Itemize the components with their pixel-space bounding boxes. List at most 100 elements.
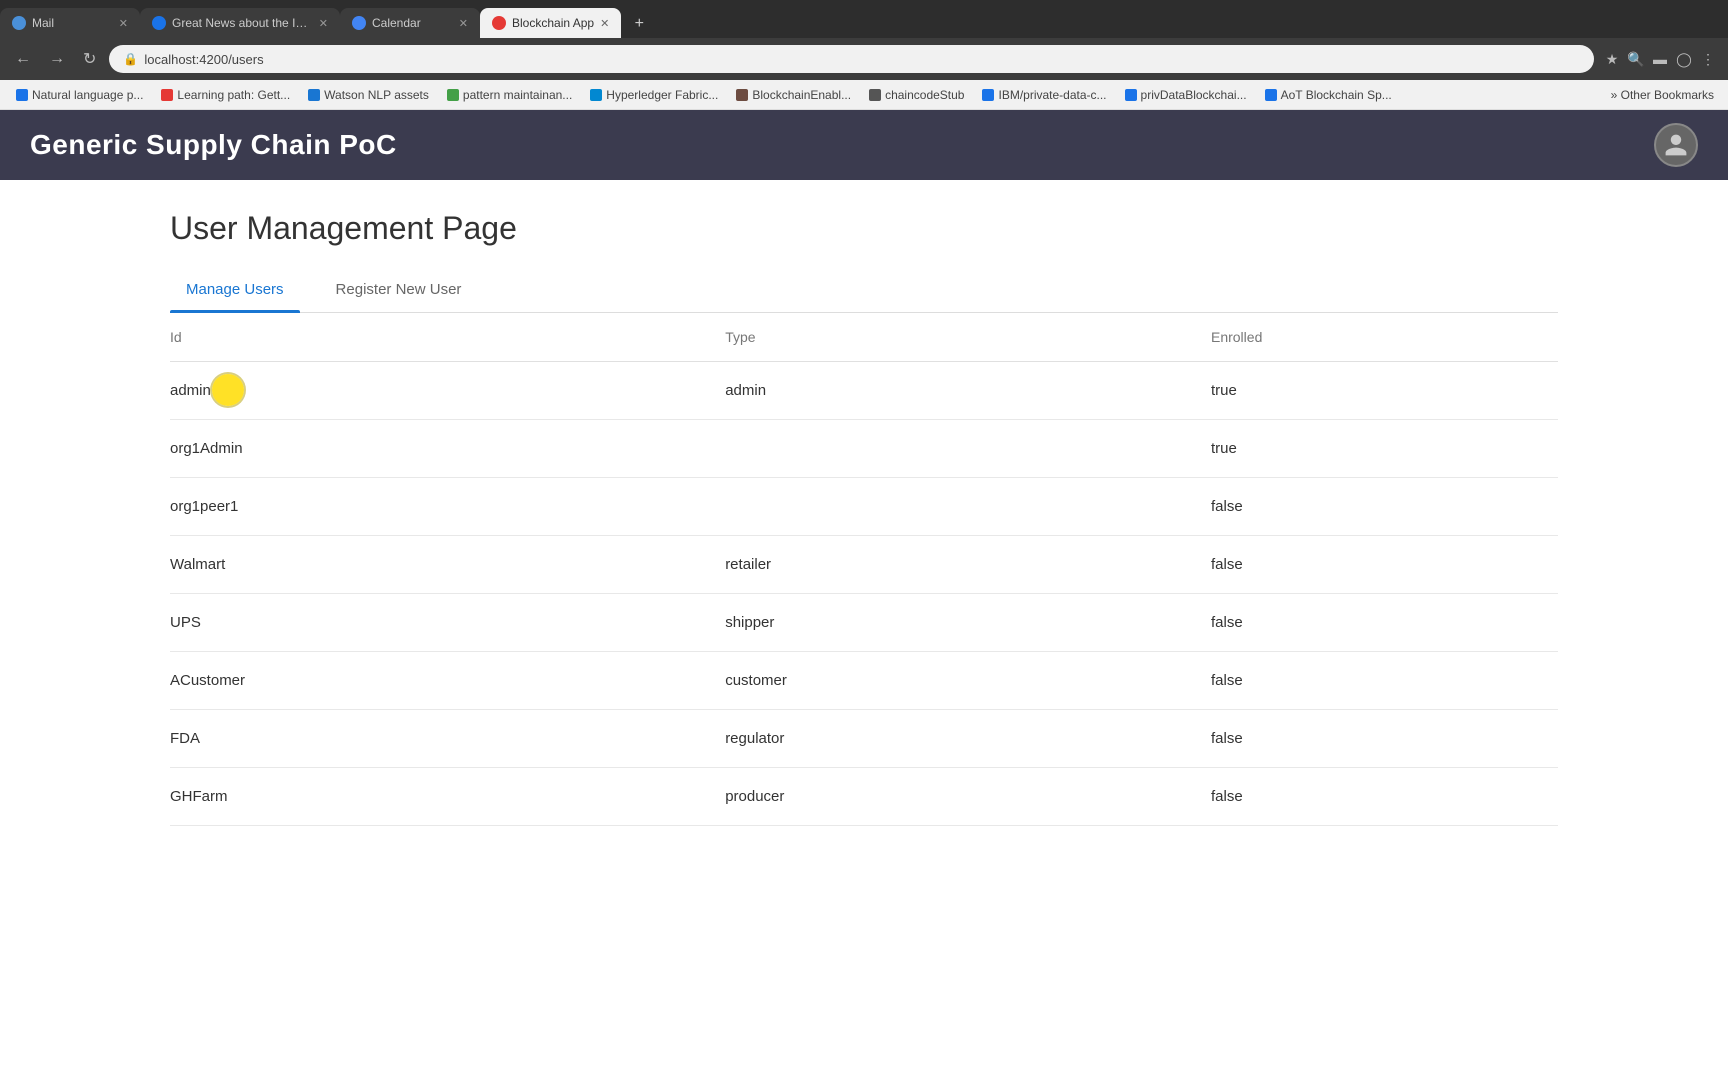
table-header-row: Id Type Enrolled (170, 313, 1558, 362)
tab-label-calendar: Calendar (372, 16, 453, 30)
page-title: User Management Page (170, 210, 1558, 247)
reload-button[interactable]: ↻ (78, 47, 101, 71)
lock-icon: 🔒 (123, 52, 138, 66)
cell-id: ACustomer (170, 652, 725, 710)
bookmark-learning-label: Learning path: Gett... (177, 88, 290, 102)
bookmark-aot[interactable]: AoT Blockchain Sp... (1257, 86, 1400, 104)
table-row: ACustomercustomerfalse (170, 652, 1558, 710)
new-tab-button[interactable]: + (625, 10, 653, 38)
bookmark-nlp[interactable]: Natural language p... (8, 86, 151, 104)
tab-label-ibm: Great News about the IBM Publ... (172, 16, 313, 30)
cell-type: retailer (725, 536, 1211, 594)
cell-id: org1Admin (170, 420, 725, 478)
tab-manage-users[interactable]: Manage Users (170, 271, 300, 312)
bookmark-hyperledger-icon (590, 89, 602, 101)
page-content: User Management Page Manage Users Regist… (0, 180, 1728, 856)
tab-favicon-ibm (152, 16, 166, 30)
tab-calendar[interactable]: Calendar ✕ (340, 8, 480, 38)
tab-label-mail: Mail (32, 16, 113, 30)
address-bar-row: ← → ↻ 🔒 localhost:4200/users ★ 🔍 ▬ ◯ ⋮ (0, 38, 1728, 80)
cell-type: customer (725, 652, 1211, 710)
cell-enrolled: false (1211, 536, 1558, 594)
table-row: GHFarmproducerfalse (170, 768, 1558, 826)
cell-type: admin (725, 362, 1211, 420)
user-avatar[interactable] (1654, 123, 1698, 167)
cell-enrolled: false (1211, 652, 1558, 710)
table-row: UPSshipperfalse (170, 594, 1558, 652)
bookmark-pattern-label: pattern maintainan... (463, 88, 572, 102)
tab-close-ibm[interactable]: ✕ (319, 17, 328, 30)
bookmark-watson-icon (308, 89, 320, 101)
tab-close-mail[interactable]: ✕ (119, 17, 128, 30)
bookmark-priv-data-icon (1125, 89, 1137, 101)
tab-mail[interactable]: Mail ✕ (0, 8, 140, 38)
bookmark-hyperledger[interactable]: Hyperledger Fabric... (582, 86, 726, 104)
other-bookmarks[interactable]: » Other Bookmarks (1605, 86, 1720, 104)
cell-type (725, 420, 1211, 478)
tab-bar: Mail ✕ Great News about the IBM Publ... … (0, 0, 1728, 38)
address-bar[interactable]: 🔒 localhost:4200/users (109, 45, 1594, 73)
bookmark-watson-label: Watson NLP assets (324, 88, 429, 102)
cell-enrolled: false (1211, 710, 1558, 768)
column-header-enrolled: Enrolled (1211, 313, 1558, 362)
bookmark-watson[interactable]: Watson NLP assets (300, 86, 437, 104)
bookmark-priv-data[interactable]: privDataBlockchai... (1117, 86, 1255, 104)
tab-close-blockchain[interactable]: ✕ (600, 17, 609, 30)
tab-label-blockchain: Blockchain App (512, 16, 594, 30)
cell-id: Walmart (170, 536, 725, 594)
users-table: Id Type Enrolled adminadmintrueorg1Admin… (170, 313, 1558, 826)
address-text: localhost:4200/users (144, 52, 263, 67)
tab-register-user[interactable]: Register New User (320, 271, 478, 312)
back-button[interactable]: ← (10, 48, 36, 70)
bookmark-ibm-private-icon (982, 89, 994, 101)
bookmark-learning[interactable]: Learning path: Gett... (153, 86, 298, 104)
table-row: Walmartretailerfalse (170, 536, 1558, 594)
bookmark-aot-icon (1265, 89, 1277, 101)
bookmark-ibm-private[interactable]: IBM/private-data-c... (974, 86, 1114, 104)
extensions-icon[interactable]: ▬ (1650, 49, 1670, 69)
table-row: adminadmintrue (170, 362, 1558, 420)
bookmark-chaincode[interactable]: chaincodeStub (861, 86, 972, 104)
tab-close-calendar[interactable]: ✕ (459, 17, 468, 30)
cell-type: producer (725, 768, 1211, 826)
cell-type: shipper (725, 594, 1211, 652)
table-row: FDAregulatorfalse (170, 710, 1558, 768)
bookmark-blockchain-enable-label: BlockchainEnabl... (752, 88, 851, 102)
bookmark-learning-icon (161, 89, 173, 101)
table-row: org1Admin true (170, 420, 1558, 478)
column-header-type: Type (725, 313, 1211, 362)
search-icon[interactable]: 🔍 (1626, 49, 1646, 69)
cell-id: GHFarm (170, 768, 725, 826)
tab-favicon-blockchain (492, 16, 506, 30)
bookmark-pattern-icon (447, 89, 459, 101)
bookmark-chaincode-label: chaincodeStub (885, 88, 964, 102)
cell-id: UPS (170, 594, 725, 652)
cell-type (725, 478, 1211, 536)
app-header: Generic Supply Chain PoC (0, 110, 1728, 180)
bookmark-nlp-icon (16, 89, 28, 101)
cell-enrolled: true (1211, 420, 1558, 478)
bookmark-pattern[interactable]: pattern maintainan... (439, 86, 580, 104)
tab-ibm[interactable]: Great News about the IBM Publ... ✕ (140, 8, 340, 38)
cell-enrolled: false (1211, 594, 1558, 652)
cell-id: org1peer1 (170, 478, 725, 536)
more-options-icon[interactable]: ⋮ (1698, 49, 1718, 69)
cell-id: FDA (170, 710, 725, 768)
tab-blockchain[interactable]: Blockchain App ✕ (480, 8, 621, 38)
browser-toolbar-icons: ★ 🔍 ▬ ◯ ⋮ (1602, 49, 1718, 69)
app-title: Generic Supply Chain PoC (30, 129, 397, 161)
bookmark-aot-label: AoT Blockchain Sp... (1281, 88, 1392, 102)
bookmark-ibm-private-label: IBM/private-data-c... (998, 88, 1106, 102)
cell-type: regulator (725, 710, 1211, 768)
tab-favicon-mail (12, 16, 26, 30)
table-row: org1peer1false (170, 478, 1558, 536)
bookmark-chaincode-icon (869, 89, 881, 101)
bookmark-priv-data-label: privDataBlockchai... (1141, 88, 1247, 102)
cell-enrolled: true (1211, 362, 1558, 420)
bookmark-nlp-label: Natural language p... (32, 88, 143, 102)
bookmark-star-icon[interactable]: ★ (1602, 49, 1622, 69)
forward-button[interactable]: → (44, 48, 70, 70)
bookmark-blockchain-enable[interactable]: BlockchainEnabl... (728, 86, 859, 104)
page-tabs: Manage Users Register New User (170, 271, 1558, 313)
profile-icon[interactable]: ◯ (1674, 49, 1694, 69)
